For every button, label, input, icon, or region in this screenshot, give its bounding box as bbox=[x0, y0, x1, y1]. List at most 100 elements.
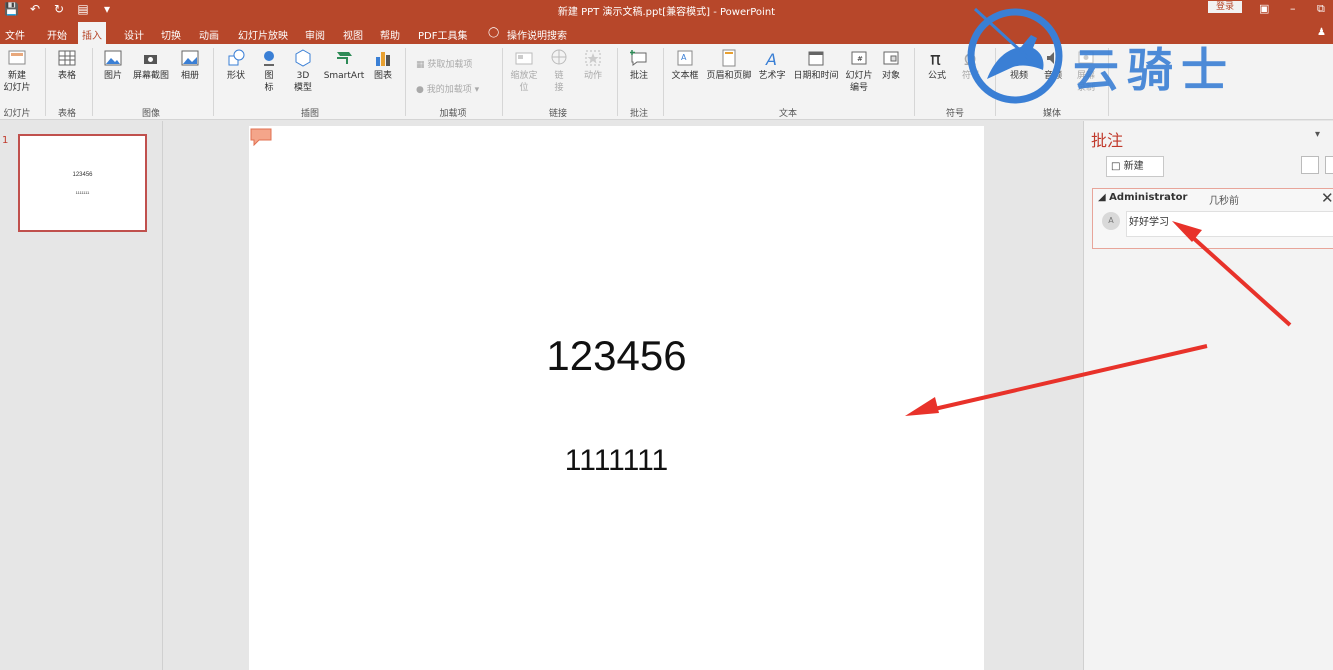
separator bbox=[663, 48, 664, 116]
zoom-icon bbox=[515, 52, 533, 65]
separator bbox=[45, 48, 46, 116]
wordart-icon: A bbox=[765, 50, 777, 68]
tab-slideshow[interactable]: 幻灯片放映 bbox=[238, 27, 288, 42]
separator bbox=[405, 48, 406, 116]
3d-models-button[interactable]: 3D 模型 bbox=[290, 48, 316, 94]
tab-review[interactable]: 审阅 bbox=[305, 27, 325, 42]
object-button[interactable]: 对象 bbox=[878, 48, 904, 82]
header-footer-button[interactable]: 页眉和页脚 bbox=[704, 48, 754, 82]
separator bbox=[92, 48, 93, 116]
restore-icon[interactable]: ⧉ bbox=[1317, 2, 1325, 16]
tell-me-search[interactable]: 操作说明搜索 bbox=[507, 27, 567, 42]
next-comment-icon[interactable] bbox=[1325, 156, 1333, 174]
close-icon[interactable]: ✕ bbox=[1321, 189, 1333, 207]
object-icon bbox=[883, 51, 899, 65]
camera-icon bbox=[144, 55, 157, 64]
album-button[interactable]: 相册 bbox=[177, 48, 203, 82]
group-label-comments: 批注 bbox=[629, 109, 648, 119]
wordart-button[interactable]: A 艺术字 bbox=[757, 48, 787, 82]
slide-number: 1 bbox=[2, 135, 9, 146]
insert-comment-button[interactable]: 批注 bbox=[624, 48, 654, 82]
separator bbox=[213, 48, 214, 116]
shapes-icon bbox=[228, 49, 245, 66]
smartart-button[interactable]: SmartArt bbox=[322, 48, 366, 82]
thumbnail-title: 123456 bbox=[72, 172, 93, 178]
svg-text:A: A bbox=[681, 53, 687, 62]
comment-text-field[interactable]: 好好学习 bbox=[1126, 211, 1333, 237]
screenshot-button[interactable]: 屏幕截图 bbox=[130, 48, 172, 82]
table-button[interactable]: 表格 bbox=[53, 48, 81, 82]
slide-thumbnail-pane: 1 123456 1111111 bbox=[0, 121, 163, 670]
comment-icon bbox=[630, 50, 647, 66]
picture-button[interactable]: 图片 bbox=[100, 48, 126, 82]
comment-author: ◢ Administrator bbox=[1098, 192, 1188, 203]
action-button[interactable]: 动作 bbox=[580, 48, 606, 82]
lightbulb-icon: ◯ bbox=[488, 27, 500, 38]
group-label-images: 图像 bbox=[141, 109, 160, 119]
textbox-icon: A bbox=[677, 50, 693, 66]
new-slide-icon bbox=[8, 50, 26, 65]
icons-icon bbox=[264, 51, 274, 66]
tab-insert[interactable]: 插入 bbox=[78, 22, 106, 44]
slide-subtitle[interactable]: 1111111 bbox=[249, 444, 984, 478]
svg-text:π: π bbox=[930, 49, 941, 68]
textbox-button[interactable]: A 文本框 bbox=[669, 48, 701, 82]
table-icon bbox=[58, 50, 76, 66]
action-icon bbox=[585, 50, 601, 66]
watermark-text: 云骑士 bbox=[1073, 43, 1235, 97]
pi-icon: π bbox=[930, 49, 941, 68]
slide-number-icon: # bbox=[851, 51, 867, 65]
tab-home[interactable]: 开始 bbox=[47, 27, 67, 42]
link-button[interactable]: 链 接 bbox=[547, 48, 571, 94]
tab-design[interactable]: 设计 bbox=[124, 27, 144, 42]
comments-pane: 批注 ▾ □ 新建 ◢ Administrator 几秒前 ✕ A 好好学习 bbox=[1083, 121, 1333, 670]
comment-card[interactable]: ◢ Administrator 几秒前 ✕ A 好好学习 bbox=[1092, 188, 1333, 249]
previous-comment-icon[interactable] bbox=[1301, 156, 1319, 174]
header-footer-icon bbox=[722, 49, 736, 67]
watermark-logo: 云骑士 bbox=[965, 4, 1315, 114]
svg-text:A: A bbox=[765, 50, 777, 68]
tab-help[interactable]: 帮助 bbox=[380, 27, 400, 42]
group-label-slides: 幻灯片 bbox=[3, 109, 31, 119]
comment-marker-icon[interactable] bbox=[250, 128, 272, 146]
calendar-icon bbox=[808, 51, 824, 66]
album-icon bbox=[181, 50, 199, 66]
comment-time: 几秒前 bbox=[1209, 196, 1239, 207]
get-addins-button[interactable]: ▦ 获取加载项 bbox=[416, 57, 472, 70]
slide-thumbnail[interactable]: 123456 1111111 bbox=[18, 134, 147, 232]
share-icon[interactable]: ♟ bbox=[1317, 27, 1326, 38]
tab-view[interactable]: 视图 bbox=[343, 27, 363, 42]
datetime-button[interactable]: 日期和时间 bbox=[790, 48, 842, 82]
separator bbox=[502, 48, 503, 116]
my-addins-button[interactable]: ● 我的加载项 ▾ bbox=[416, 82, 479, 95]
link-icon bbox=[551, 49, 567, 65]
chart-icon bbox=[376, 52, 390, 66]
separator bbox=[914, 48, 915, 116]
tab-file[interactable]: 文件 bbox=[5, 27, 25, 42]
avatar: A bbox=[1102, 212, 1120, 230]
group-label-tables: 表格 bbox=[57, 109, 76, 119]
new-comment-button[interactable]: □ 新建 bbox=[1106, 156, 1164, 177]
slide-title[interactable]: 123456 bbox=[249, 332, 984, 380]
smartart-icon bbox=[337, 52, 352, 64]
picture-icon bbox=[104, 50, 122, 66]
svg-text:#: # bbox=[857, 55, 863, 63]
thumbnail-subtitle: 1111111 bbox=[75, 190, 90, 195]
tab-transitions[interactable]: 切换 bbox=[161, 27, 181, 42]
equation-button[interactable]: π 公式 bbox=[922, 48, 952, 82]
pane-options-icon[interactable]: ▾ bbox=[1315, 129, 1320, 140]
shapes-button[interactable]: 形状 bbox=[222, 48, 250, 82]
cube-icon bbox=[295, 49, 311, 67]
zoom-button[interactable]: 缩放定 位 bbox=[508, 48, 540, 94]
chart-button[interactable]: 图表 bbox=[371, 48, 395, 82]
comments-pane-title: 批注 bbox=[1091, 131, 1124, 150]
knight-logo-icon bbox=[967, 7, 1063, 104]
slide-canvas[interactable]: 123456 1111111 bbox=[249, 126, 984, 670]
slide-number-button[interactable]: # 幻灯片 编号 bbox=[843, 48, 875, 94]
new-slide-button[interactable]: 新建 幻灯片 bbox=[2, 48, 32, 94]
icons-button[interactable]: 图 标 bbox=[258, 48, 280, 94]
new-comment-icon: □ bbox=[1111, 161, 1121, 172]
tab-pdf-tools[interactable]: PDF工具集 bbox=[418, 27, 467, 42]
tab-animations[interactable]: 动画 bbox=[199, 27, 219, 42]
group-label-illustrations: 插图 bbox=[300, 109, 319, 119]
